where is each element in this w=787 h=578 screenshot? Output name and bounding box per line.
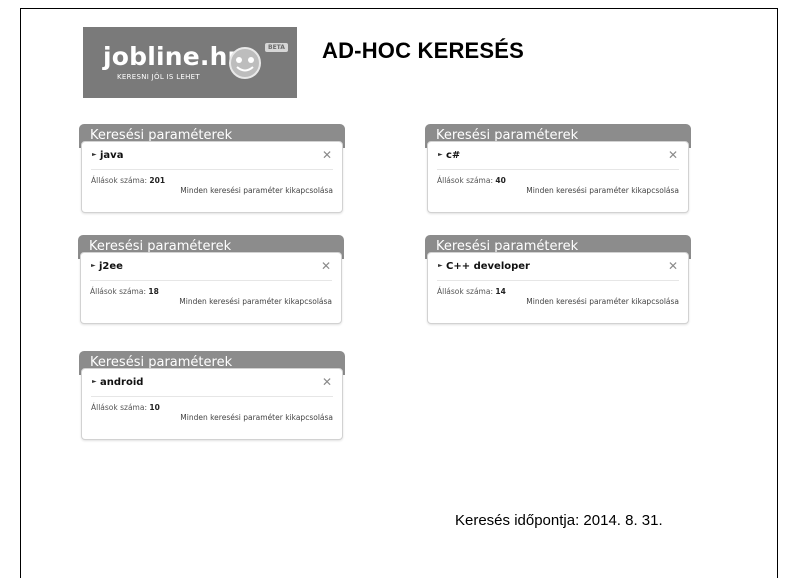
- smiley-face-icon: [229, 47, 261, 79]
- bullet-arrow-icon: ►: [91, 262, 96, 269]
- job-count: Állások száma: 14: [437, 287, 506, 296]
- search-term: android: [100, 377, 144, 388]
- job-count: Állások száma: 10: [91, 403, 160, 412]
- divider: [91, 396, 333, 397]
- close-icon[interactable]: ✕: [321, 259, 331, 273]
- card-body: ► C++ developer ✕ Állások száma: 14 Mind…: [427, 252, 689, 324]
- divider: [437, 280, 679, 281]
- search-card: Keresési paraméterek ► j2ee ✕ Állások sz…: [78, 235, 344, 331]
- page-title: AD-HOC KERESÉS: [322, 38, 525, 63]
- job-count: Állások száma: 40: [437, 176, 506, 185]
- search-card: Keresési paraméterek ► c# ✕ Állások szám…: [425, 124, 691, 220]
- card-body: ► android ✕ Állások száma: 10 Minden ker…: [81, 368, 343, 440]
- divider: [437, 169, 679, 170]
- search-term: c#: [446, 150, 461, 161]
- bullet-arrow-icon: ►: [438, 262, 443, 269]
- search-card: Keresési paraméterek ► C++ developer ✕ Á…: [425, 235, 691, 331]
- bullet-arrow-icon: ►: [92, 151, 97, 158]
- logo-tagline: KERESNI JÓL IS LEHET: [117, 73, 200, 81]
- close-icon[interactable]: ✕: [322, 375, 332, 389]
- divider: [90, 280, 332, 281]
- search-term: C++ developer: [446, 261, 530, 272]
- close-icon[interactable]: ✕: [668, 259, 678, 273]
- divider: [91, 169, 333, 170]
- card-body: ► c# ✕ Állások száma: 40 Minden keresési…: [427, 141, 689, 213]
- deactivate-all-link[interactable]: Minden keresési paraméter kikapcsolása: [180, 186, 333, 195]
- beta-badge: BETA: [265, 43, 288, 52]
- job-count: Állások száma: 18: [90, 287, 159, 296]
- search-term: j2ee: [99, 261, 123, 272]
- deactivate-all-link[interactable]: Minden keresési paraméter kikapcsolása: [180, 413, 333, 422]
- search-card: Keresési paraméterek ► java ✕ Állások sz…: [79, 124, 345, 220]
- jobline-logo[interactable]: jobline.hu KERESNI JÓL IS LEHET BETA: [83, 27, 297, 98]
- deactivate-all-link[interactable]: Minden keresési paraméter kikapcsolása: [179, 297, 332, 306]
- search-term: java: [100, 150, 124, 161]
- card-body: ► j2ee ✕ Állások száma: 18 Minden keresé…: [80, 252, 342, 324]
- close-icon[interactable]: ✕: [322, 148, 332, 162]
- bullet-arrow-icon: ►: [92, 378, 97, 385]
- close-icon[interactable]: ✕: [668, 148, 678, 162]
- deactivate-all-link[interactable]: Minden keresési paraméter kikapcsolása: [526, 297, 679, 306]
- bullet-arrow-icon: ►: [438, 151, 443, 158]
- search-card: Keresési paraméterek ► android ✕ Állások…: [79, 351, 345, 447]
- deactivate-all-link[interactable]: Minden keresési paraméter kikapcsolása: [526, 186, 679, 195]
- search-timestamp: Keresés időpontja: 2014. 8. 31.: [455, 512, 663, 529]
- card-body: ► java ✕ Állások száma: 201 Minden keres…: [81, 141, 343, 213]
- job-count: Állások száma: 201: [91, 176, 166, 185]
